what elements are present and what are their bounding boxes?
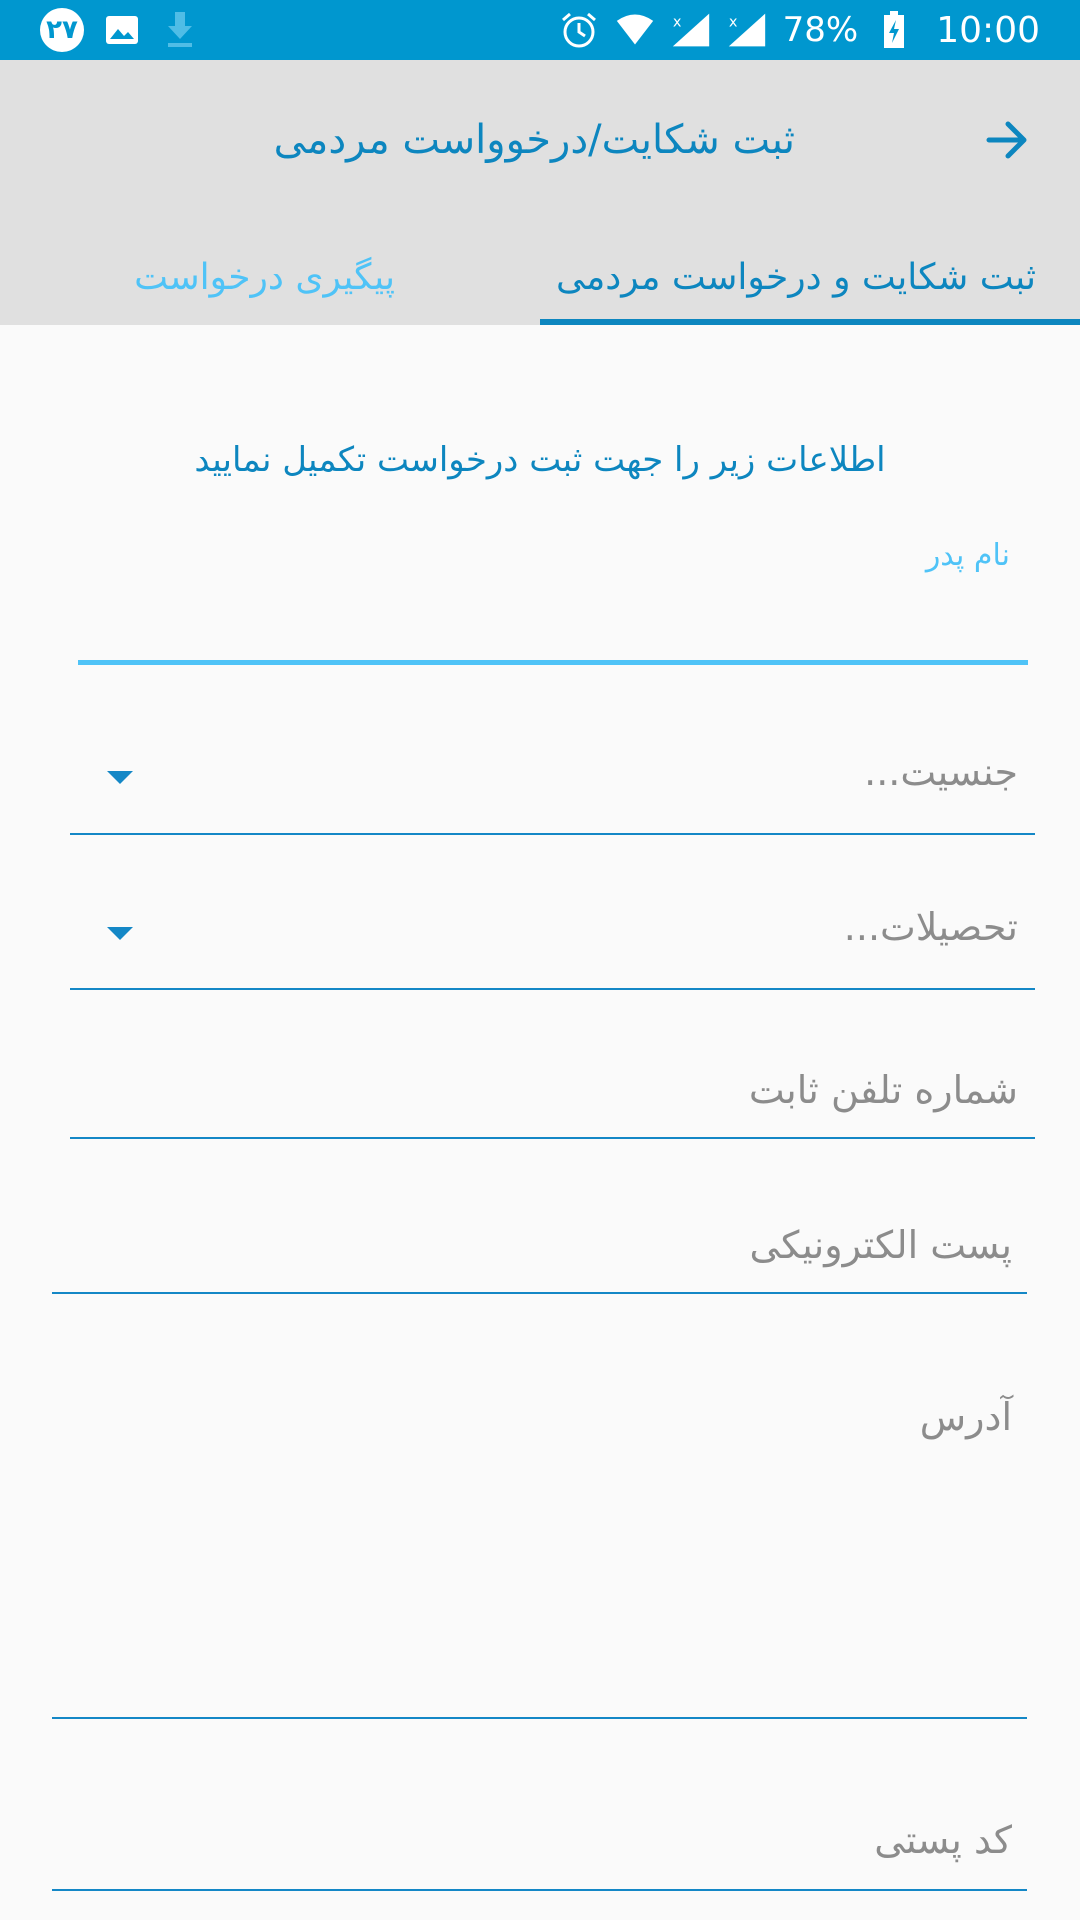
active-tab-indicator: [540, 319, 1080, 325]
battery-charging-icon: [874, 10, 914, 50]
alarm-icon: [559, 10, 599, 50]
tab-register-complaint[interactable]: ثبت شکایت و درخواست مردمی: [540, 230, 1080, 325]
download-icon: [160, 10, 200, 50]
tab-label: ثبت شکایت و درخواست مردمی: [555, 257, 1036, 298]
tab-track-request[interactable]: پیگیری درخواست: [0, 230, 540, 325]
wifi-icon: [615, 10, 655, 50]
landline-phone-placeholder: شماره تلفن ثابت: [748, 1068, 1018, 1112]
form-instructions: اطلاعات زیر را جهت ثبت درخواست تکمیل نما…: [194, 440, 886, 480]
notification-count-badge: ۲۷: [40, 8, 84, 52]
landline-phone-underline: [70, 1137, 1035, 1139]
chevron-down-icon: [107, 771, 133, 784]
arrow-right-icon: [986, 121, 1027, 159]
signal-icon: x: [727, 10, 767, 50]
battery-percentage: 78%: [782, 10, 859, 50]
back-button[interactable]: [976, 108, 1040, 172]
svg-text:x: x: [672, 14, 681, 30]
postal-code-underline: [52, 1889, 1027, 1891]
email-underline: [52, 1292, 1027, 1294]
address-textarea[interactable]: [52, 1370, 1027, 1720]
email-placeholder: پست الکترونیکی: [749, 1223, 1012, 1267]
father-name-label: نام پدر: [925, 538, 1010, 573]
clock: 10:00: [936, 9, 1040, 51]
tab-label: پیگیری درخواست: [134, 257, 395, 298]
app-bar: ثبت شکایت/درخوواست مردمی ثبت شکایت و درخ…: [0, 60, 1080, 325]
chevron-down-icon: [107, 927, 133, 940]
address-underline: [52, 1717, 1027, 1719]
postal-code-placeholder: کد پستی: [874, 1818, 1012, 1862]
svg-text:x: x: [728, 14, 737, 30]
image-icon: [102, 10, 142, 50]
signal-icon: x: [671, 10, 711, 50]
education-placeholder: تحصیلات...: [843, 905, 1018, 949]
gender-placeholder: جنسیت...: [864, 750, 1018, 794]
father-name-field[interactable]: [78, 530, 1028, 665]
gender-underline: [70, 833, 1035, 835]
father-name-underline: [78, 660, 1028, 665]
page-title: ثبت شکایت/درخوواست مردمی: [273, 117, 795, 163]
address-placeholder: آدرس: [919, 1395, 1012, 1439]
education-underline: [70, 988, 1035, 990]
status-bar: ۲۷ x x 78% 10:00: [0, 0, 1080, 60]
